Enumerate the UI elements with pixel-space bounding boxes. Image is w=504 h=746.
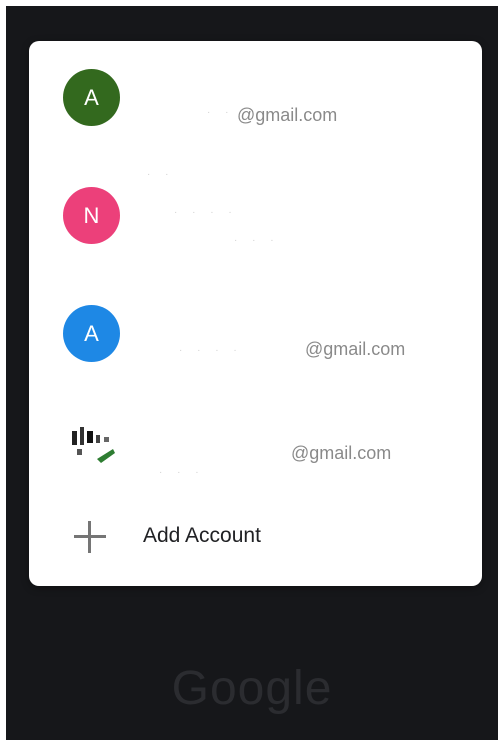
- account-row-3[interactable]: A · · · · @gmail.com: [29, 277, 482, 395]
- add-account-button[interactable]: Add Account: [29, 491, 482, 586]
- avatar: N: [63, 187, 120, 244]
- account-row-1[interactable]: A · · · @gmail.com: [29, 41, 482, 159]
- add-account-label: Add Account: [143, 524, 261, 547]
- avatar: A: [63, 69, 120, 126]
- account-picker-sheet: A · · · @gmail.com N · · · · · · · · · A…: [29, 41, 482, 586]
- google-logo: Google: [171, 662, 333, 715]
- screen: A · · · @gmail.com N · · · · · · · · · A…: [6, 6, 498, 740]
- account-email: @gmail.com: [291, 443, 392, 463]
- avatar: A: [63, 305, 120, 362]
- avatar: [63, 415, 120, 472]
- account-email: @gmail.com: [305, 339, 406, 359]
- redacted-text: · · · ·: [179, 345, 243, 356]
- account-email: @gmail.com: [237, 105, 338, 125]
- redacted-text: · · ·: [159, 467, 205, 478]
- photo-avatar-icon: [63, 415, 120, 472]
- redacted-text: · · ·: [234, 235, 280, 246]
- account-row-2[interactable]: N · · · · · · · · ·: [29, 159, 482, 277]
- plus-icon: [74, 521, 106, 553]
- redacted-text: · · · ·: [174, 207, 238, 218]
- redacted-text: · ·: [147, 169, 175, 180]
